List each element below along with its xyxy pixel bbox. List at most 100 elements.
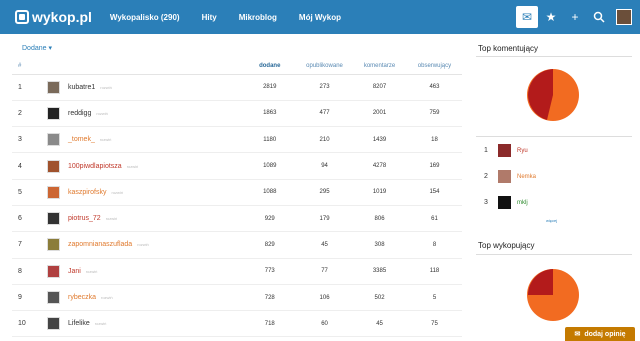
expand-link[interactable]: rozwiń [96, 111, 108, 116]
expand-link[interactable]: rozwiń [137, 242, 149, 247]
username-link[interactable]: reddigg [68, 110, 91, 117]
top-commenter-row[interactable]: 2 Nemka [484, 170, 536, 183]
user-cell: zapomnianaszuflada rozwiń [46, 231, 243, 259]
nav-wykopalisko[interactable]: Wykopalisko (290) [110, 13, 180, 22]
username-link[interactable]: kubatre1 [68, 84, 95, 91]
logo-icon [15, 10, 29, 24]
avatar[interactable] [46, 291, 60, 305]
dodane-cell: 728 [242, 284, 297, 312]
opublikowane-cell: 477 [296, 100, 353, 128]
star-icon[interactable]: ★ [540, 6, 562, 28]
col-user [46, 58, 243, 75]
obserwujacy-cell: 75 [406, 310, 462, 338]
top-commenter-row[interactable]: 1 Ryu [484, 144, 528, 157]
username-link[interactable]: rybeczka [68, 294, 96, 301]
komentarze-cell: 8207 [352, 74, 407, 101]
user-avatar[interactable] [616, 9, 632, 25]
username-link[interactable]: Lifelike [68, 320, 90, 327]
top-diggers-pie [527, 269, 579, 321]
ranking-table: # dodane opublikowane komentarze obserwu… [12, 58, 462, 338]
table-row[interactable]: 7 zapomnianaszuflada rozwiń 829 45 308 8 [12, 231, 462, 259]
username-link[interactable]: kaszpirofsky [68, 189, 107, 196]
username-link[interactable]: _tomek_ [68, 136, 95, 143]
table-row[interactable]: 10 Lifelike rozwiń 718 60 45 75 [12, 310, 462, 338]
komentarze-cell: 308 [352, 231, 407, 259]
top-commenter-name: mklj [517, 199, 528, 206]
nav-hity[interactable]: Hity [202, 13, 217, 22]
komentarze-cell: 4278 [352, 152, 407, 180]
username-link[interactable]: 100piwdlapiotsza [68, 163, 122, 170]
table-row[interactable]: 5 kaszpirofsky rozwiń 1088 295 1019 154 [12, 179, 462, 206]
avatar[interactable] [46, 159, 60, 173]
top-navigation-bar: wykop.pl Wykopalisko (290) Hity Mikroblo… [0, 0, 640, 34]
avatar[interactable] [46, 133, 60, 147]
top-commenter-row[interactable]: 3 mklj [484, 196, 528, 209]
table-header-row: # dodane opublikowane komentarze obserwu… [12, 58, 462, 75]
dodane-cell: 1089 [242, 152, 297, 180]
avatar[interactable] [46, 317, 60, 331]
avatar[interactable] [46, 212, 60, 226]
table-row[interactable]: 8 Jani rozwiń 773 77 3385 118 [12, 258, 462, 285]
expand-link[interactable]: rozwiń [106, 216, 118, 221]
top-commenter-name: Ryu [517, 147, 528, 154]
table-row[interactable]: 2 reddigg rozwiń 1863 477 2001 759 [12, 100, 462, 128]
plus-icon[interactable]: + [564, 6, 586, 28]
nav-mikroblog[interactable]: Mikroblog [239, 13, 277, 22]
expand-link[interactable]: rozwiń [100, 85, 112, 90]
avatar[interactable] [46, 238, 60, 252]
top-rank: 3 [484, 199, 488, 206]
avatar[interactable] [46, 185, 60, 199]
komentarze-cell: 2001 [352, 100, 407, 128]
top-commenter-name: Nemka [517, 173, 537, 180]
nav-moj-wykop[interactable]: Mój Wykop [299, 13, 341, 22]
komentarze-cell: 806 [352, 205, 407, 233]
user-cell: 100piwdlapiotsza rozwiń [46, 152, 243, 180]
sort-dropdown[interactable]: Dodane ▾ [22, 44, 52, 52]
opublikowane-cell: 210 [296, 126, 353, 154]
rank-cell: 6 [12, 205, 47, 233]
rank-cell: 2 [12, 100, 47, 128]
expand-link[interactable]: rozwiń [112, 190, 124, 195]
avatar [498, 170, 511, 183]
col-opublikowane[interactable]: opublikowane [296, 58, 353, 75]
komentarze-cell: 1019 [352, 179, 407, 206]
username-link[interactable]: Jani [68, 268, 81, 275]
username-link[interactable]: piotrus_72 [68, 215, 101, 222]
user-cell: kubatre1 rozwiń [46, 74, 243, 101]
dodane-cell: 718 [242, 310, 297, 338]
pie-slice-dark [528, 269, 553, 295]
dodane-cell: 929 [242, 205, 297, 233]
expand-link[interactable]: rozwiń [101, 295, 113, 300]
top-commenters-pie [527, 69, 579, 121]
search-icon[interactable] [588, 6, 610, 28]
table-row[interactable]: 3 _tomek_ rozwiń 1180 210 1439 18 [12, 126, 462, 154]
table-row[interactable]: 9 rybeczka rozwiń 728 106 502 5 [12, 284, 462, 312]
avatar[interactable] [46, 106, 60, 120]
col-komentarze[interactable]: komentarze [352, 58, 407, 75]
expand-link[interactable]: rozwiń [100, 137, 112, 142]
feedback-button[interactable]: ✉ dodaj opinię [565, 327, 635, 341]
rank-cell: 4 [12, 152, 47, 180]
table-row[interactable]: 6 piotrus_72 rozwiń 929 179 806 61 [12, 205, 462, 233]
wykop-logo[interactable]: wykop.pl [15, 9, 92, 25]
mail-icon[interactable]: ✉ [516, 6, 538, 28]
avatar [498, 144, 511, 157]
col-rank: # [12, 58, 47, 75]
rank-cell: 7 [12, 231, 47, 259]
expand-link[interactable]: rozwiń [95, 321, 107, 326]
obserwujacy-cell: 5 [406, 284, 462, 312]
table-row[interactable]: 1 kubatre1 rozwiń 2819 273 8207 463 [12, 74, 462, 101]
obserwujacy-cell: 118 [406, 258, 462, 285]
table-row[interactable]: 4 100piwdlapiotsza rozwiń 1089 94 4278 169 [12, 152, 462, 180]
expand-link[interactable]: rozwiń [86, 269, 98, 274]
avatar[interactable] [46, 80, 60, 94]
opublikowane-cell: 60 [296, 310, 353, 338]
more-link[interactable]: więcej [546, 218, 557, 223]
obserwujacy-cell: 61 [406, 205, 462, 233]
col-obserwujacy[interactable]: obserwujący [406, 58, 462, 75]
avatar[interactable] [46, 264, 60, 278]
col-dodane[interactable]: dodane [242, 58, 297, 75]
dodane-cell: 829 [242, 231, 297, 259]
username-link[interactable]: zapomnianaszuflada [68, 241, 132, 248]
expand-link[interactable]: rozwiń [127, 164, 139, 169]
